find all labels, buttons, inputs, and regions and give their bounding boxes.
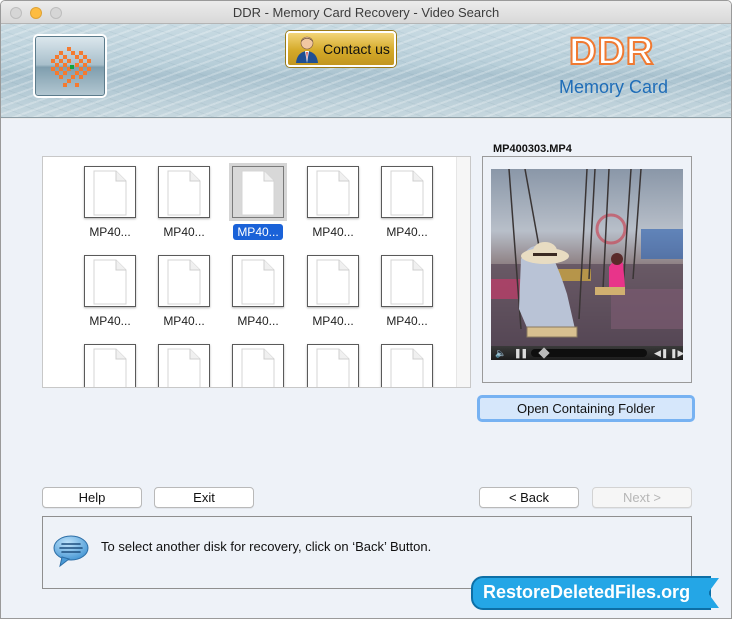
file-name-label: MP40...	[163, 225, 205, 239]
document-icon	[390, 259, 424, 305]
watermark-text: RestoreDeletedFiles.org	[483, 582, 691, 602]
document-icon	[390, 348, 424, 387]
logo-icon	[51, 47, 91, 87]
header-banner: Contact us DDR Memory Card	[1, 24, 731, 118]
document-icon	[167, 348, 201, 387]
document-icon	[93, 170, 127, 216]
file-grid-scrollbar[interactable]	[456, 157, 470, 387]
file-name-label: MP40...	[163, 314, 205, 328]
file-name-label: MP40...	[233, 224, 283, 240]
file-item[interactable]: MP40...	[149, 166, 219, 240]
file-item[interactable]	[298, 344, 368, 387]
file-thumbnail	[158, 344, 210, 387]
document-icon	[390, 170, 424, 216]
brand-subtitle: Memory Card	[559, 77, 669, 97]
file-item[interactable]	[372, 344, 442, 387]
file-item[interactable]	[149, 344, 219, 387]
volume-icon[interactable]: 🔈	[495, 348, 506, 358]
window-title: DDR - Memory Card Recovery - Video Searc…	[232, 5, 500, 20]
file-thumbnail	[381, 166, 433, 218]
file-thumbnail	[232, 166, 284, 218]
file-name-label: MP40...	[89, 314, 131, 328]
file-thumbnail	[307, 344, 359, 387]
document-icon	[93, 259, 127, 305]
file-thumbnail	[232, 255, 284, 307]
file-name-label: MP40...	[89, 225, 131, 239]
open-containing-folder-label: Open Containing Folder	[516, 401, 656, 416]
document-icon	[167, 259, 201, 305]
file-item[interactable]: MP40...	[372, 166, 442, 240]
pause-icon[interactable]: ❚❚	[514, 348, 528, 358]
file-name-label: MP40...	[312, 225, 354, 239]
file-thumbnail	[307, 255, 359, 307]
file-name-label: MP40...	[312, 314, 354, 328]
file-thumbnail	[381, 344, 433, 387]
step-forward-icon[interactable]: ❚▶	[670, 348, 683, 358]
document-icon	[241, 348, 275, 387]
file-item[interactable]: MP40...	[149, 255, 219, 329]
document-icon	[316, 348, 350, 387]
file-thumbnail	[84, 166, 136, 218]
main-content: MP40... MP40... MP40... MP40... MP40... MP40.…	[1, 119, 731, 618]
back-button[interactable]: < Back	[479, 487, 579, 508]
file-thumbnail	[307, 166, 359, 218]
file-item[interactable]: MP40...	[75, 255, 145, 329]
file-thumbnail	[232, 344, 284, 387]
person-icon	[296, 36, 318, 63]
document-icon	[316, 170, 350, 216]
next-button: Next >	[592, 487, 692, 508]
open-containing-folder-button[interactable]: Open Containing Folder	[477, 395, 695, 422]
file-item[interactable]: MP40...	[223, 166, 293, 240]
seek-slider-thumb[interactable]	[538, 347, 550, 359]
file-item[interactable]: MP40...	[298, 166, 368, 240]
file-thumbnail	[84, 344, 136, 387]
file-name-label: MP40...	[386, 314, 428, 328]
file-grid[interactable]: MP40... MP40... MP40... MP40... MP40... MP40.…	[42, 156, 471, 388]
file-name-label: MP40...	[386, 225, 428, 239]
file-name-label: MP40...	[237, 314, 279, 328]
speech-bubble-icon	[53, 535, 89, 568]
watermark-banner: RestoreDeletedFiles.org	[471, 576, 719, 610]
step-back-icon[interactable]: ◀❚	[654, 348, 668, 358]
file-thumbnail	[158, 255, 210, 307]
document-icon	[93, 348, 127, 387]
exit-button[interactable]: Exit	[154, 487, 254, 508]
file-item[interactable]	[75, 344, 145, 387]
document-icon	[167, 170, 201, 216]
contact-us-label: Contact us	[323, 41, 390, 57]
video-player[interactable]: 🔈 ❚❚ ◀❚ ❚▶	[491, 169, 683, 360]
file-item[interactable]: MP40...	[223, 255, 293, 329]
app-window: DDR - Memory Card Recovery - Video Searc…	[0, 0, 732, 619]
preview-panel: 🔈 ❚❚ ◀❚ ❚▶	[482, 156, 692, 383]
contact-us-button[interactable]: Contact us	[286, 31, 396, 67]
file-item[interactable]: MP40...	[372, 255, 442, 329]
video-frame	[491, 169, 683, 346]
file-thumbnail	[158, 166, 210, 218]
document-icon	[316, 259, 350, 305]
seek-slider[interactable]	[531, 347, 647, 359]
app-logo	[33, 34, 107, 98]
title-bar: DDR - Memory Card Recovery - Video Searc…	[1, 1, 731, 24]
help-button[interactable]: Help	[42, 487, 142, 508]
preview-file-name: MP400303.MP4	[488, 143, 577, 155]
brand-name: DDR	[568, 31, 655, 73]
status-message: To select another disk for recovery, cli…	[101, 539, 432, 554]
file-thumbnail	[84, 255, 136, 307]
file-thumbnail	[381, 255, 433, 307]
video-controls: 🔈 ❚❚ ◀❚ ❚▶	[491, 346, 683, 360]
file-item[interactable]: MP40...	[75, 166, 145, 240]
document-icon	[241, 170, 275, 216]
document-icon	[241, 259, 275, 305]
file-item[interactable]: MP40...	[298, 255, 368, 329]
file-item[interactable]	[223, 344, 293, 387]
